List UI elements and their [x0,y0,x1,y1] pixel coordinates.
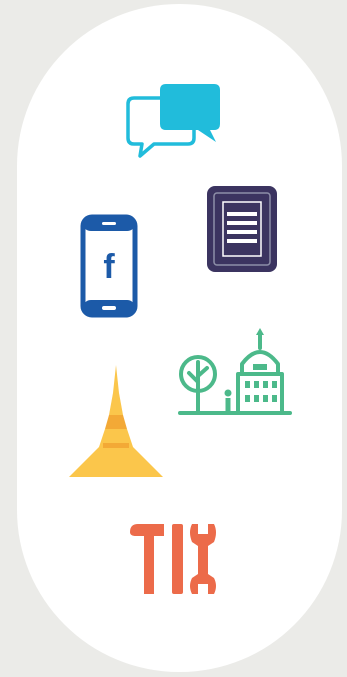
pagoda-icon [67,363,165,479]
document-icon [205,184,279,274]
facebook-letter: f [103,248,115,286]
screen: f [0,0,347,677]
chat-bubbles-icon [126,80,222,160]
hammer-and-wrench-icon [128,522,222,596]
facebook-phone-icon: f [80,214,138,318]
tree-and-capitol-icon [176,326,294,418]
